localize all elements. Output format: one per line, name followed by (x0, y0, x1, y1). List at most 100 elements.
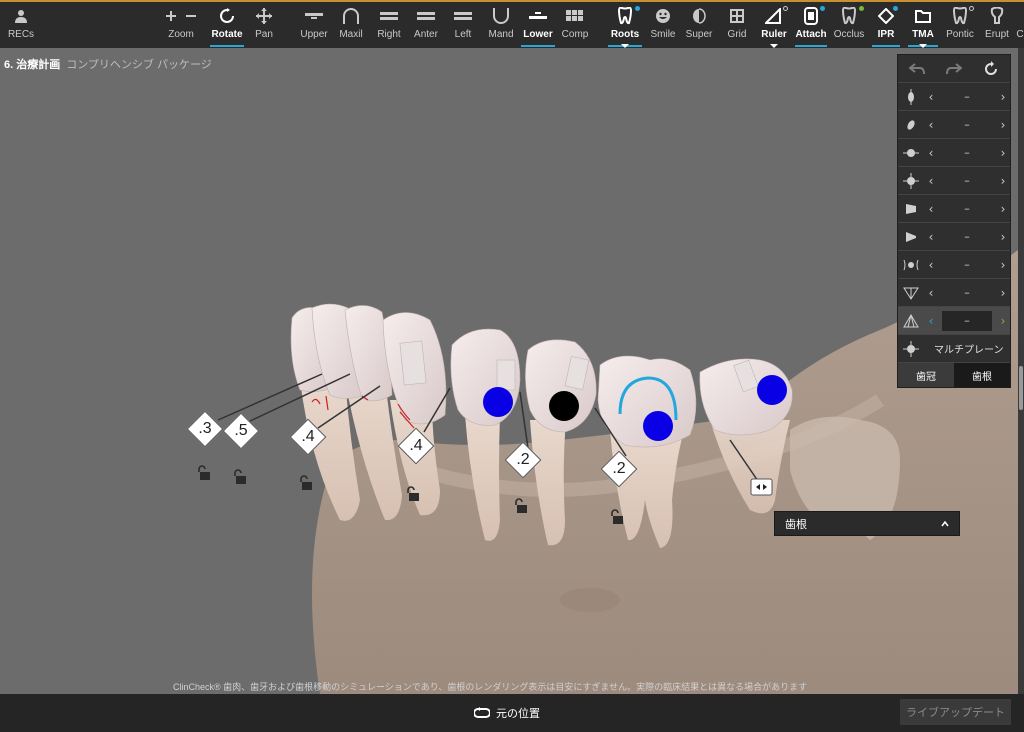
erupt-icon (990, 6, 1004, 26)
panel-row-rotation[interactable]: ‹ – › (898, 167, 1010, 195)
root-dropdown[interactable]: 歯根 (774, 511, 960, 536)
panel-row-torque[interactable]: ‹ – › (898, 195, 1010, 223)
lower-view-button[interactable]: Lower (521, 6, 555, 48)
right-view-icon (380, 6, 398, 26)
panel-row-root-fan-selected[interactable]: ‹ – › (898, 307, 1010, 335)
increment-arrow[interactable]: › (996, 314, 1010, 328)
upper-label: Upper (300, 29, 328, 40)
zoom-plus-minus-icon (164, 6, 198, 26)
ipr-label: IPR (877, 29, 895, 40)
tab-root[interactable]: 歯根 (954, 363, 1010, 387)
super-toggle[interactable]: Super (684, 6, 714, 48)
movement-arrows-badge[interactable] (750, 478, 773, 496)
grid-toggle[interactable]: Grid (724, 6, 750, 48)
top-toolbar: RECs Zoom Rotate Pan Upper Maxil Right A… (0, 0, 1024, 48)
rotate-icon (219, 6, 235, 26)
smile-toggle[interactable]: Smile (648, 6, 678, 48)
decrement-arrow[interactable]: ‹ (924, 146, 938, 160)
mental-foramen (560, 588, 620, 612)
decrement-arrow[interactable]: ‹ (924, 174, 938, 188)
dental-model[interactable] (0, 48, 1018, 694)
tooth-root-icon (617, 6, 633, 26)
recs-button[interactable]: RECs (6, 6, 36, 48)
panel-row-angulation[interactable]: ‹ – › (898, 111, 1010, 139)
bottom-bar: 元の位置 ライブアップデート (0, 694, 1024, 732)
increment-arrow[interactable]: › (996, 258, 1010, 272)
occlus-toggle[interactable]: Occlus (832, 6, 866, 48)
zoom-button[interactable]: Zoom (160, 6, 202, 48)
increment-arrow[interactable]: › (996, 90, 1010, 104)
reset-view-icon (474, 707, 490, 718)
right-label: Right (377, 29, 401, 40)
increment-arrow[interactable]: › (996, 202, 1010, 216)
increment-arrow[interactable]: › (996, 230, 1010, 244)
mand-label: Mand (488, 29, 514, 40)
decrement-arrow[interactable]: ‹ (924, 202, 938, 216)
decrement-arrow[interactable]: ‹ (924, 258, 938, 272)
panel-row-intrusion[interactable]: ‹ – › (898, 279, 1010, 307)
ipr-status-dot (893, 6, 898, 11)
torque-icon (898, 202, 924, 216)
reset-history-button[interactable] (976, 57, 1006, 81)
root-dropdown-label: 歯根 (785, 517, 807, 531)
pontic-status-dot (969, 6, 974, 11)
decrement-arrow[interactable]: ‹ (924, 314, 938, 328)
attach-status-dot (820, 6, 825, 11)
refresh-icon (985, 60, 998, 75)
panel-row-tip[interactable]: ‹ – › (898, 223, 1010, 251)
lock-icon[interactable] (198, 465, 210, 480)
panel-value: – (964, 230, 970, 243)
attach-toggle[interactable]: Attach (795, 6, 827, 48)
anterior-view-icon (417, 6, 435, 26)
increment-arrow[interactable]: › (996, 174, 1010, 188)
pontic-toggle[interactable]: Pontic (944, 6, 976, 48)
panel-row-mesial-distal[interactable]: ‹ – › (898, 139, 1010, 167)
comp-view-button[interactable]: Comp (560, 6, 590, 48)
root-fan-icon (898, 313, 924, 328)
panel-history-controls (898, 55, 1010, 83)
roots-toggle[interactable]: Roots (608, 6, 642, 48)
redo-button[interactable] (939, 57, 969, 81)
multiplane-button[interactable]: マルチプレーン (898, 335, 1010, 363)
super-label: Super (685, 29, 713, 40)
attachment-icon (804, 6, 818, 26)
bodily-movement-icon (898, 258, 924, 272)
reset-view-button[interactable]: 元の位置 (474, 705, 540, 721)
mand-view-button[interactable]: Mand (485, 6, 517, 48)
panel-row-extrusion[interactable]: ‹ – › (898, 83, 1010, 111)
undo-button[interactable] (902, 57, 932, 81)
decrement-arrow[interactable]: ‹ (924, 230, 938, 244)
pan-arrows-icon (256, 6, 272, 26)
attachment-dot-blue-1 (483, 387, 513, 417)
anter-view-button[interactable]: Anter (411, 6, 441, 48)
decrement-arrow[interactable]: ‹ (924, 90, 938, 104)
left-view-button[interactable]: Left (450, 6, 476, 48)
decrement-arrow[interactable]: ‹ (924, 286, 938, 300)
ipr-toggle[interactable]: IPR (872, 6, 900, 48)
scrollbar-thumb[interactable] (1019, 366, 1023, 410)
live-update-button[interactable]: ライブアップデート (900, 699, 1011, 725)
panel-row-bodily[interactable]: ‹ – › (898, 251, 1010, 279)
decrement-arrow[interactable]: ‹ (924, 118, 938, 132)
upper-view-button[interactable]: Upper (298, 6, 330, 48)
superimpose-icon (692, 6, 706, 26)
right-view-button[interactable]: Right (374, 6, 404, 48)
tma-toggle[interactable]: TMA (908, 6, 938, 48)
lock-icon[interactable] (234, 469, 246, 484)
pan-button[interactable]: Pan (250, 6, 278, 48)
ruler-toggle[interactable]: Ruler (758, 6, 790, 48)
lock-icon[interactable] (300, 475, 312, 490)
erupt-toggle[interactable]: Erupt (982, 6, 1012, 48)
rotate-button[interactable]: Rotate (210, 6, 244, 48)
vertical-scrollbar[interactable] (1018, 48, 1024, 694)
panel-value: – (964, 258, 970, 271)
increment-arrow[interactable]: › (996, 146, 1010, 160)
anter-label: Anter (414, 29, 438, 40)
increment-arrow[interactable]: › (996, 286, 1010, 300)
tab-crown[interactable]: 歯冠 (898, 363, 954, 387)
increment-arrow[interactable]: › (996, 118, 1010, 132)
maxil-view-button[interactable]: Maxil (336, 6, 366, 48)
overflow-tool[interactable]: C (1016, 6, 1024, 48)
tip-icon (898, 230, 924, 244)
crown-root-tabs: 歯冠 歯根 (898, 363, 1010, 387)
